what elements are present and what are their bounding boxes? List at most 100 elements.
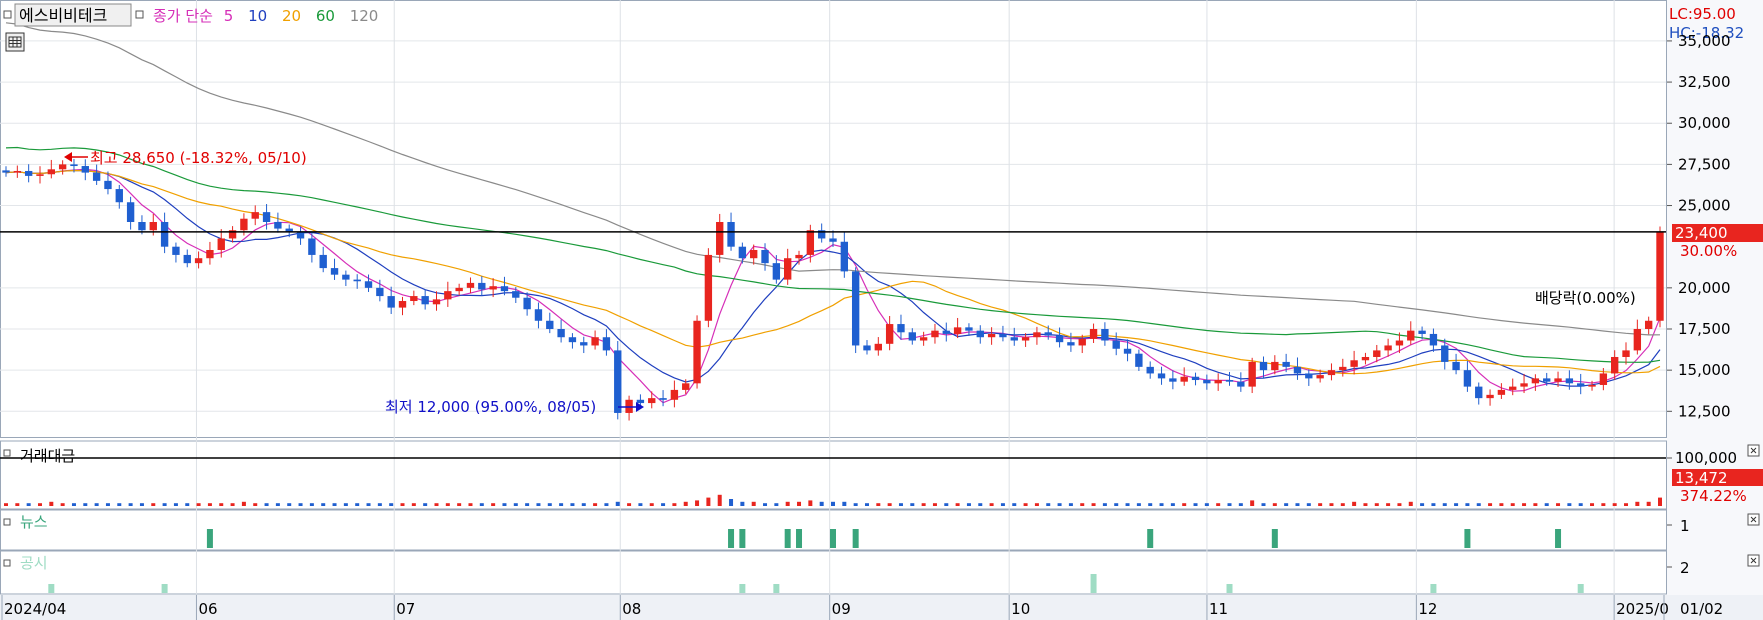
volume-bar (932, 503, 937, 506)
news-panel-toggle-icon[interactable] (3, 518, 11, 526)
candle-body (160, 222, 169, 247)
grid-settings-icon[interactable] (5, 32, 25, 52)
candle-body (1407, 330, 1415, 341)
candle-body (716, 222, 724, 255)
volume-bar (423, 503, 428, 506)
volume-bar (468, 503, 473, 506)
disclosure-panel-close-icon[interactable] (1747, 554, 1760, 567)
volume-bar (117, 503, 122, 506)
volume-bar (1318, 503, 1323, 506)
ma-legend: 종가 단순 5 10 20 60 120 (153, 7, 378, 25)
panel-toggle-icon[interactable] (3, 10, 12, 19)
volume-bar (457, 503, 462, 506)
x-tick-label: 2024/04 (4, 600, 66, 618)
candle-body (47, 169, 55, 175)
candle-body (727, 222, 735, 247)
news-event-bar (1147, 529, 1154, 548)
lc-label: LC:95.00 (1669, 5, 1736, 23)
news-event-bar (206, 529, 213, 548)
candle-body (364, 281, 373, 288)
candle-body (1214, 380, 1222, 384)
candle-body (1282, 361, 1290, 367)
candle-body (1157, 373, 1166, 379)
disclosure-panel-title: 공시 (20, 554, 48, 572)
candle-body (1135, 353, 1143, 367)
volume-bar (309, 503, 314, 506)
candle-body (274, 222, 282, 229)
candle-body (1373, 350, 1381, 357)
volume-bar (706, 497, 711, 506)
candle-body (693, 320, 701, 384)
candle-body (1395, 340, 1404, 346)
candle-body (2, 170, 10, 173)
stock-chart[interactable]: 에스비비테크 종가 단순 5 10 20 60 120 LC:95.00 HC:… (0, 0, 1763, 620)
volume-current-value: 13,472 (1675, 469, 1728, 487)
volume-bar (615, 501, 620, 506)
candle-body (319, 254, 327, 269)
volume-bar (853, 503, 858, 506)
volume-bar (1420, 503, 1425, 506)
candle-body (1531, 378, 1540, 384)
candle-body (1237, 381, 1245, 387)
volume-bar (1612, 503, 1617, 506)
volume-bar (491, 503, 496, 506)
volume-bar (1125, 503, 1130, 506)
candle-body (1361, 356, 1370, 361)
news-panel-title: 뉴스 (20, 513, 48, 531)
volume-panel-close-icon[interactable] (1747, 444, 1760, 457)
news-event-bar (852, 529, 859, 548)
volume-bar (819, 501, 824, 506)
candle-body (1633, 329, 1642, 351)
news-event-bar (784, 529, 791, 548)
volume-bar (71, 503, 76, 506)
stock-chart-window: 에스비비테크 종가 단순 5 10 20 60 120 LC:95.00 HC:… (0, 0, 1763, 620)
volume-bar (955, 503, 960, 506)
candle-body (885, 324, 894, 344)
candle-body (489, 286, 497, 290)
volume-bar (1306, 503, 1311, 506)
volume-panel-title: 거래대금 (20, 447, 75, 465)
candle-body (308, 238, 316, 255)
candle-body (772, 263, 781, 280)
ma-prefix: 종가 단순 (153, 7, 213, 25)
news-event-bar (1271, 529, 1278, 548)
volume-bar (921, 503, 926, 506)
candle-body (750, 249, 758, 259)
x-tick-label: 07 (396, 600, 415, 618)
news-panel-close-icon[interactable] (1747, 513, 1760, 526)
candle-body (70, 164, 78, 167)
volume-bar (502, 503, 507, 506)
candle-body (1497, 389, 1506, 395)
candle-body (534, 309, 543, 321)
volume-bar (1148, 503, 1153, 506)
ma-toggle-icon[interactable] (135, 10, 144, 19)
stock-name: 에스비비테크 (19, 6, 107, 25)
candle-body (387, 296, 395, 308)
candle-body (999, 333, 1007, 338)
candle-body (953, 327, 962, 334)
high-arrow-icon (64, 152, 72, 162)
candle-body (738, 246, 747, 259)
candle-body (648, 398, 656, 404)
candle-body (206, 249, 214, 259)
candle-body (194, 258, 203, 264)
candle-body (104, 180, 112, 190)
volume-bar (740, 501, 745, 506)
volume-bar (60, 503, 65, 506)
volume-panel-toggle-icon[interactable] (3, 449, 11, 457)
candle-body (115, 189, 123, 203)
volume-bar (797, 501, 802, 506)
candle-body (126, 202, 135, 222)
volume-bar (717, 494, 722, 506)
candle-body (466, 282, 475, 288)
candle-body (455, 287, 463, 292)
disclosure-panel-toggle-icon[interactable] (3, 559, 11, 567)
candle-body (1259, 361, 1268, 371)
disclosure-event-bar (1430, 584, 1437, 593)
candle-body (1146, 366, 1154, 374)
candle-body (1293, 366, 1302, 374)
candle-body (1520, 383, 1528, 387)
volume-bar (536, 503, 541, 506)
candle-body (1565, 378, 1574, 384)
volume-bar (774, 503, 779, 506)
